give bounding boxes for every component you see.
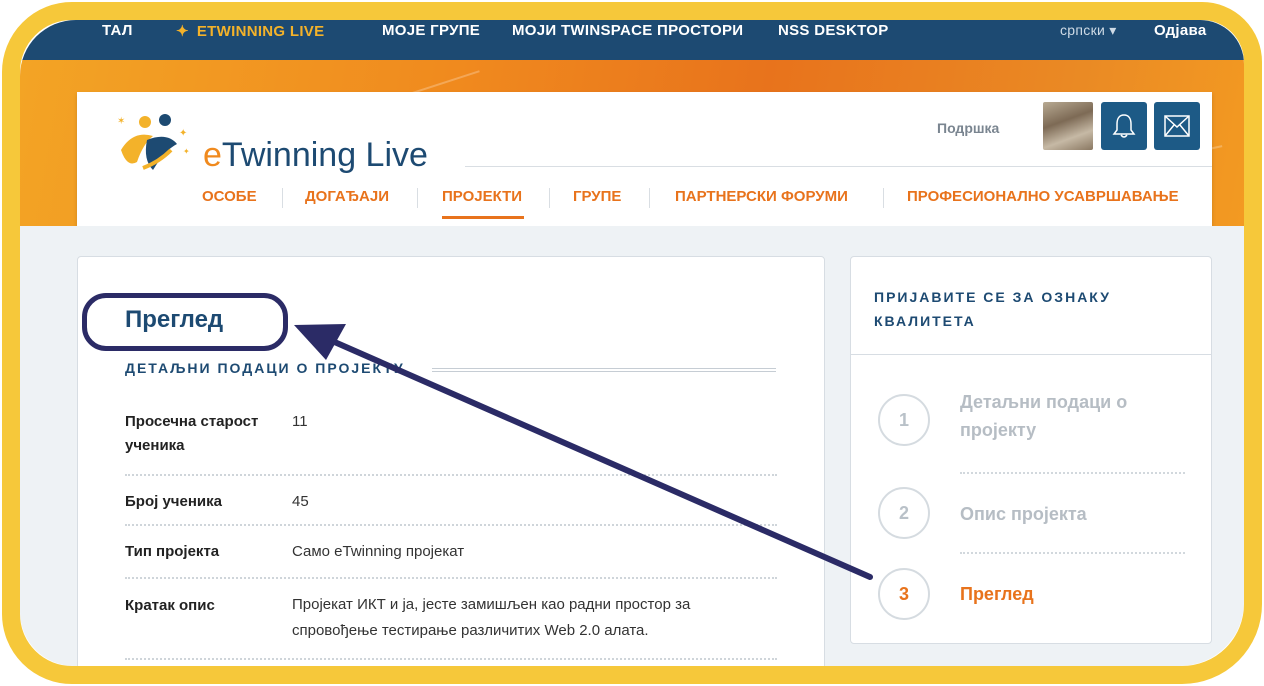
annotation-arrow (294, 324, 873, 580)
screenshot-area: ТАЛ ✦ ETWINNING LIVE МОЈЕ ГРУПЕ МОЈИ TWI… (20, 20, 1244, 666)
